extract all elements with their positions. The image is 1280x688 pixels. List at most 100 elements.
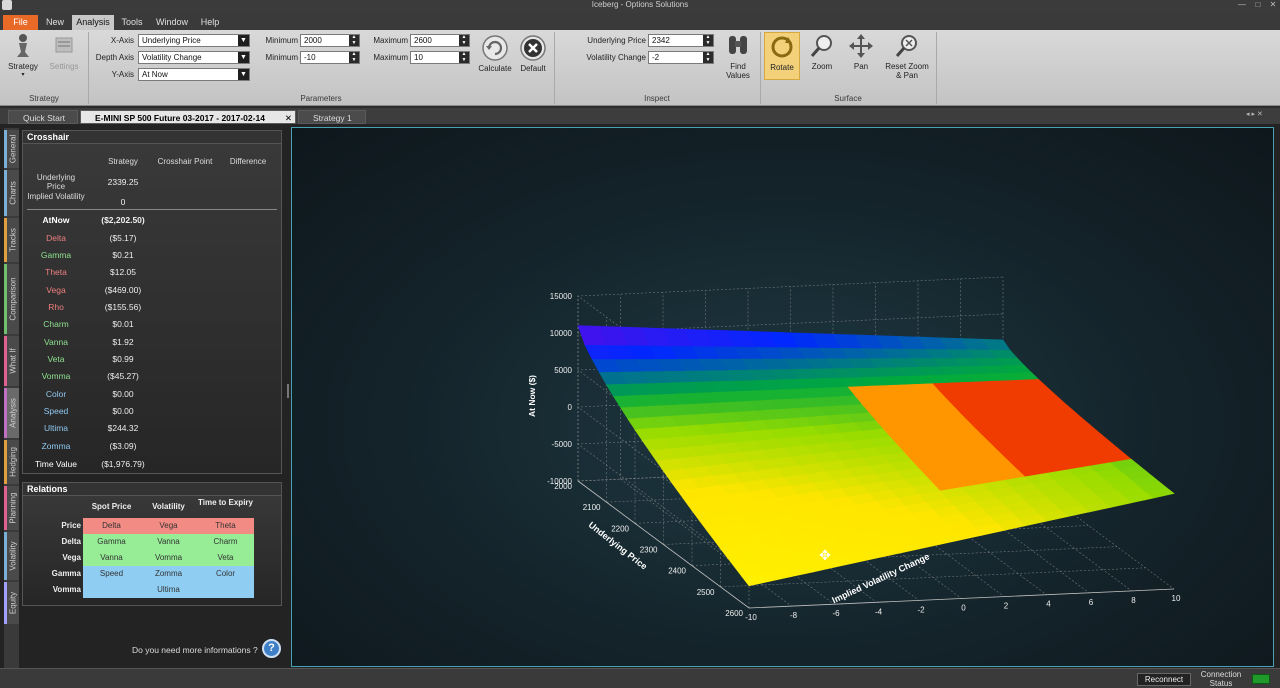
side-tab-planning[interactable]: Planning [4,486,19,530]
greek-name-vomma: Vomma [41,371,71,381]
side-tab-label: What If [8,348,18,374]
zoom-button[interactable]: Zoom [804,32,840,80]
greek-value-gamma: $0.21 [112,250,134,260]
depth-tick-label: -4 [875,607,883,616]
tab-e-mini-sp500[interactable]: E-MINI SP 500 Future 03-2017 - 2017-02-1… [80,110,296,124]
y-axis-select[interactable]: At Now ▼ [138,68,250,81]
greek-name-vega: Vega [46,285,66,295]
relations-cell: Veta [197,550,254,566]
spinner-arrows-icon[interactable]: ▲ ▼ [349,34,359,46]
maximum-label: Maximum [373,53,408,62]
close-tab-icon[interactable]: ✕ [285,111,292,125]
side-tab-charts[interactable]: Charts [4,170,19,216]
side-tab-volatility[interactable]: Volatility [4,532,19,580]
greek-name-speed: Speed [43,406,69,416]
greek-name-color: Color [45,389,67,399]
maximize-button[interactable]: □ [1252,0,1264,10]
spinner-arrows-icon[interactable]: ▲ ▼ [349,51,359,63]
ribbon-separator [936,32,937,104]
spinner-arrows-icon[interactable]: ▲ ▼ [703,51,713,63]
menu-tools[interactable]: Tools [116,15,148,30]
maximum-depth-spinner[interactable]: 10 ▲ ▼ [410,51,470,64]
find-values-label: Find Values [726,62,750,80]
y-axis-value: At Now [142,70,168,79]
tab-scroll-arrows-icon[interactable]: ◂ ▸ ✕ [1246,110,1263,118]
side-tab-equity[interactable]: Equity [4,582,19,624]
relations-table: Spot Price Volatility Time to Expiry Price D… [23,496,281,604]
reset-zoom-pan-button[interactable]: Reset Zoom & Pan [882,32,932,90]
minimum-label: Minimum [265,53,298,62]
side-tab-tracks[interactable]: Tracks [4,218,19,262]
minimize-button[interactable]: — [1236,0,1248,10]
side-tab-general[interactable]: General [4,130,19,168]
relations-col-header: Time to Expiry [198,498,253,507]
volatility-change-label: Volatility Change [586,53,646,62]
tab-label: Strategy 1 [313,113,352,123]
spinner-arrows-icon[interactable]: ▲ ▼ [703,34,713,46]
side-tab-what-if[interactable]: What If [4,336,19,386]
depth-tick-label: 4 [1046,600,1051,609]
close-button[interactable]: ✕ [1267,0,1279,10]
x-axis-select[interactable]: Underlying Price ▼ [138,34,250,47]
reconnect-button[interactable]: Reconnect [1137,673,1191,686]
underlying-price-row-label: Underlying Price [36,173,76,191]
find-values-button[interactable]: Find Values [720,32,756,90]
side-tab-label: Analysis [8,398,18,428]
greek-name-veta: Veta [47,354,65,364]
z-tick-label: 5000 [554,366,572,375]
underlying-price-spinner[interactable]: 2342 ▲ ▼ [648,34,714,47]
depth-axis-label: Depth Axis [95,53,134,62]
surface-chart[interactable]: 15000 10000 5000 0 -5000 -10000 2000 2100 2200 23… [291,127,1274,667]
greek-value-color: $0.00 [112,389,134,399]
side-tab-comparison[interactable]: Comparison [4,264,19,334]
volatility-change-spinner[interactable]: -2 ▲ ▼ [648,51,714,64]
strategy-button-label: Strategy [8,62,38,71]
move-arrows-icon [849,34,873,58]
menu-new[interactable]: New [40,15,70,30]
side-tab-hedging[interactable]: Hedging [4,440,19,484]
side-tab-label: Planning [8,492,18,524]
parameters-group-label: Parameters [300,94,342,103]
greek-value-rho: ($155.56) [104,302,142,312]
relations-cell: Vanna [140,534,197,550]
crosshair-title: Crosshair [23,131,281,144]
pan-button[interactable]: Pan [844,32,878,80]
settings-button[interactable]: Settings [44,32,84,88]
greek-name-atnow: AtNow [42,215,70,225]
relations-cell: Ultima [140,582,197,598]
inspect-group-label: Inspect [644,94,670,103]
minimum-x-spinner[interactable]: 2000 ▲ ▼ [300,34,360,47]
greek-value-vega: ($469.00) [104,285,142,295]
depth-axis-select[interactable]: Volatility Change ▼ [138,51,250,64]
rotate-label: Rotate [770,63,794,72]
menu-window[interactable]: Window [150,15,194,30]
header-crosshair-point: Crosshair Point [157,157,213,166]
strategy-button[interactable]: Strategy ▾ [4,32,42,88]
greek-name-theta: Theta [45,267,67,277]
help-icon[interactable]: ? [262,639,281,658]
document-tab-strip: Quick Start E-MINI SP 500 Future 03-2017… [0,108,1280,124]
menu-file[interactable]: File [3,15,38,30]
relations-title: Relations [23,483,281,496]
splitter-handle[interactable] [287,384,289,398]
spinner-arrows-icon[interactable]: ▲ ▼ [459,51,469,63]
tab-quick-start[interactable]: Quick Start [8,110,78,124]
underlying-price-label: Underlying Price [587,36,646,45]
menu-analysis[interactable]: Analysis [72,15,114,30]
rotate-button[interactable]: Rotate [764,32,800,80]
relations-row-label: Gamma [51,569,81,578]
default-button[interactable]: Default [514,34,552,80]
menu-bar: File New Analysis Tools Window Help [0,13,1280,30]
relations-cell: Speed [83,566,140,582]
maximum-x-spinner[interactable]: 2600 ▲ ▼ [410,34,470,47]
greek-value-theta: $12.05 [110,267,136,277]
surface-chart-svg[interactable]: 150001000050000-5000-1000020002100220023… [292,128,1273,666]
spinner-arrows-icon[interactable]: ▲ ▼ [459,34,469,46]
tab-strategy-1[interactable]: Strategy 1 [298,110,366,124]
content-frame: General Charts Tracks Comparison What If Anal… [0,124,1280,668]
minimum-depth-spinner[interactable]: -10 ▲ ▼ [300,51,360,64]
calculate-button[interactable]: Calculate [476,34,514,80]
side-tab-label: Volatility [8,541,18,571]
menu-help[interactable]: Help [196,15,224,30]
side-tab-analysis[interactable]: Analysis [4,388,19,438]
